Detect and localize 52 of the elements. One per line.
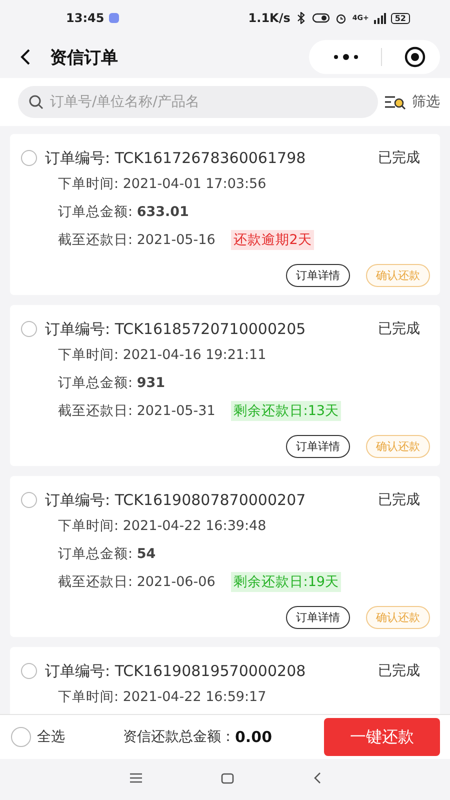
order-detail-button[interactable]: 订单详情 — [286, 606, 350, 629]
order-total: 订单总金额: 54 — [58, 545, 157, 564]
back-icon[interactable] — [18, 48, 32, 66]
alarm-icon — [335, 12, 348, 24]
order-detail-button[interactable]: 订单详情 — [286, 435, 350, 458]
page-title: 资信订单 — [50, 46, 119, 68]
status-time: 13:45 — [66, 11, 104, 25]
order-total: 订单总金额: 633.01 — [58, 203, 190, 222]
search-icon — [28, 94, 44, 110]
app-notification-icon — [109, 13, 120, 23]
due-tag: 剩余还款日:19天 — [231, 572, 342, 592]
order-status: 已完成 — [378, 320, 420, 338]
order-time: 下单时间: 2021-04-22 16:59:17 — [58, 688, 268, 707]
order-number: 订单编号: TCK16190819570000208 — [45, 662, 307, 680]
close-target-icon[interactable] — [404, 46, 426, 68]
bluetooth-icon — [295, 12, 308, 24]
signal-icon — [374, 12, 386, 24]
back-nav-icon[interactable] — [312, 772, 321, 784]
order-number: 订单编号: TCK16172678360061798 — [45, 148, 307, 168]
due-date: 截至还款日: 2021-06-06 — [58, 573, 216, 592]
pay-all-button[interactable]: 一键还款 — [324, 718, 440, 756]
select-radio[interactable] — [21, 663, 37, 679]
total-amount: 0.00 — [235, 728, 272, 746]
select-radio[interactable] — [21, 492, 37, 508]
order-status: 已完成 — [378, 491, 420, 509]
order-total: 订单总金额: 931 — [58, 374, 166, 393]
due-date: 截至还款日: 2021-05-31 — [58, 402, 216, 421]
order-detail-button[interactable]: 订单详情 — [286, 264, 350, 287]
select-radio[interactable] — [21, 150, 37, 166]
due-date: 截至还款日: 2021-05-16 — [58, 231, 216, 250]
select-radio[interactable] — [21, 321, 37, 337]
due-tag: 还款逾期2天 — [231, 230, 314, 250]
menu-icon[interactable] — [129, 773, 144, 783]
home-icon[interactable] — [221, 772, 234, 784]
more-icon[interactable] — [333, 53, 359, 61]
order-time: 下单时间: 2021-04-22 16:39:48 — [58, 517, 268, 536]
network-speed: 1.1K/s — [248, 11, 290, 25]
order-time: 下单时间: 2021-04-16 19:21:11 — [58, 346, 268, 365]
toggle-icon — [312, 12, 330, 24]
order-time: 下单时间: 2021-04-01 17:03:56 — [58, 175, 268, 194]
order-status: 已完成 — [378, 149, 420, 167]
order-number: 订单编号: TCK16185720710000205 — [45, 320, 307, 338]
search-field[interactable]: 订单号/单位名称/产品名 — [18, 86, 378, 118]
battery-level: 52 — [390, 12, 410, 24]
order-number: 订单编号: TCK16190807870000207 — [45, 490, 307, 510]
total-label: 资信还款总金额： — [123, 728, 235, 746]
due-tag: 剩余还款日:13天 — [231, 401, 342, 421]
select-all-label[interactable]: 全选 — [37, 728, 65, 746]
select-all-radio[interactable] — [11, 727, 31, 747]
order-status: 已完成 — [378, 662, 420, 680]
filter-icon — [384, 94, 406, 110]
filter-button[interactable]: 筛选 — [384, 93, 440, 111]
